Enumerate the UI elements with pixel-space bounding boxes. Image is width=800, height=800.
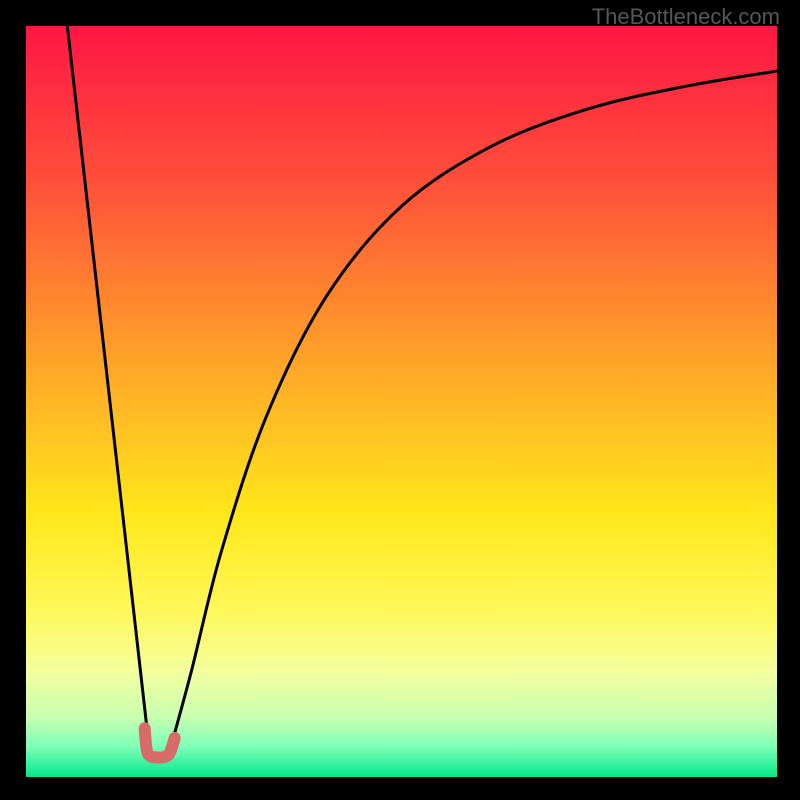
series-highlight-hook (145, 728, 175, 757)
watermark-text: TheBottleneck.com (592, 4, 780, 30)
series-left-line (67, 26, 150, 754)
plot-area (26, 26, 777, 777)
curve-layer (26, 26, 777, 777)
series-right-curve (169, 71, 777, 754)
